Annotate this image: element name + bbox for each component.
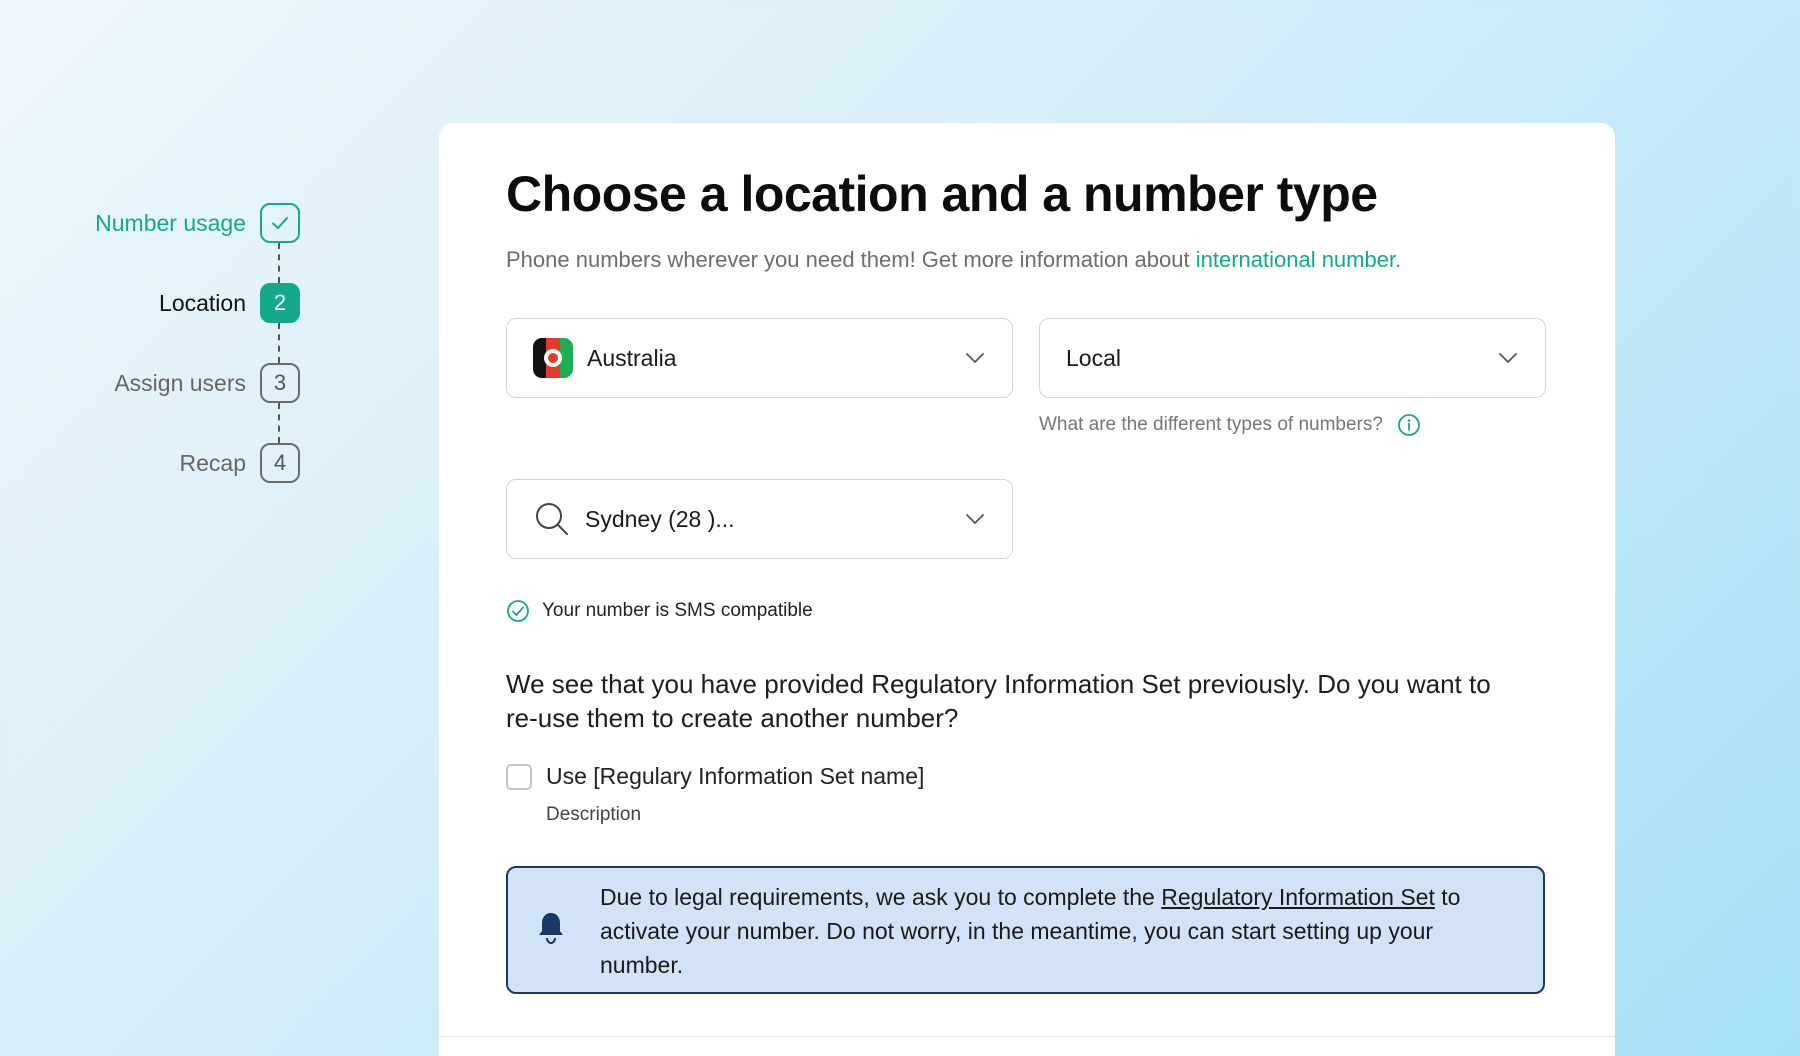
flag-icon <box>533 338 573 378</box>
regulatory-info-link[interactable]: Regulatory Information Set <box>1161 884 1435 910</box>
number-type-select[interactable]: Local <box>1039 318 1546 398</box>
info-icon[interactable] <box>1397 413 1421 437</box>
step-connector <box>278 243 280 283</box>
step-badge: 2 <box>260 283 300 323</box>
chevron-down-icon <box>966 353 984 364</box>
step-label: Recap <box>179 449 246 476</box>
main-card: Choose a location and a number type Phon… <box>439 123 1615 1056</box>
legal-alert: Due to legal requirements, we ask you to… <box>506 866 1545 994</box>
sms-text: Your number is SMS compatible <box>542 600 813 621</box>
chevron-down-icon <box>1499 353 1517 364</box>
step-connector <box>278 323 280 363</box>
step-assign-users[interactable]: Assign users 3 <box>114 363 300 403</box>
stepper: Number usage Location 2 Assign users 3 R… <box>0 0 320 520</box>
step-label: Number usage <box>95 209 246 236</box>
reuse-checkbox[interactable] <box>506 763 532 790</box>
step-badge: 4 <box>260 443 300 483</box>
step-badge: 3 <box>260 363 300 403</box>
page-subtitle: Phone numbers wherever you need them! Ge… <box>506 247 1401 273</box>
check-icon <box>272 217 288 229</box>
step-label: Location <box>159 289 246 316</box>
sms-compatible-note: Your number is SMS compatible <box>506 599 813 623</box>
international-number-link[interactable]: international number. <box>1196 247 1401 272</box>
chevron-down-icon <box>966 514 984 525</box>
reuse-checkbox-label[interactable]: Use [Regulary Information Set name] <box>546 763 924 790</box>
country-value: Australia <box>587 344 677 371</box>
reuse-checkbox-row[interactable]: Use [Regulary Information Set name] <box>506 763 924 790</box>
number-type-value: Local <box>1066 344 1121 371</box>
step-recap[interactable]: Recap 4 <box>180 443 300 483</box>
country-select[interactable]: Australia <box>506 318 1013 398</box>
subtitle-text: Phone numbers wherever you need them! Ge… <box>506 247 1196 272</box>
step-label: Assign users <box>114 369 246 396</box>
bell-icon <box>539 913 563 945</box>
number-types-hint: What are the different types of numbers? <box>1039 413 1421 437</box>
hint-text: What are the different types of numbers? <box>1039 414 1383 435</box>
search-icon <box>536 503 568 535</box>
page-title: Choose a location and a number type <box>506 166 1378 222</box>
reuse-question: We see that you have provided Regulatory… <box>506 669 1491 733</box>
step-location[interactable]: Location 2 <box>159 283 300 323</box>
alert-text: Due to legal requirements, we ask you to… <box>600 880 1520 982</box>
step-connector <box>278 403 280 443</box>
step-number-usage[interactable]: Number usage <box>95 203 300 243</box>
card-divider <box>439 1036 1615 1037</box>
check-circle-icon <box>507 600 529 622</box>
reuse-description: Description <box>546 804 642 825</box>
city-value: Sydney (28 )... <box>585 505 735 532</box>
alert-text-before: Due to legal requirements, we ask you to… <box>600 884 1162 910</box>
city-select[interactable]: Sydney (28 )... <box>506 479 1013 559</box>
step-badge <box>260 203 300 243</box>
